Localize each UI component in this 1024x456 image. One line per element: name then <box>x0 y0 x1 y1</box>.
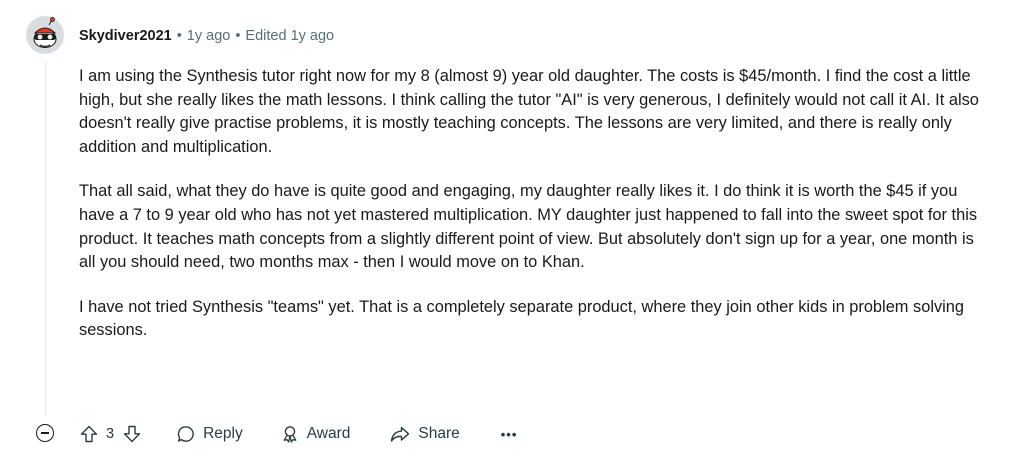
comment-age[interactable]: 1y ago <box>187 28 231 44</box>
username-link[interactable]: Skydiver2021 <box>79 28 172 44</box>
downvote-arrow-icon <box>123 425 141 443</box>
comment-paragraph: I am using the Synthesis tutor right now… <box>79 67 979 156</box>
user-avatar[interactable] <box>25 15 65 55</box>
reply-label: Reply <box>203 425 243 442</box>
meta-separator: • <box>235 28 241 44</box>
comment-body: I am using the Synthesis tutor right now… <box>79 65 994 364</box>
comment-header: Skydiver2021 • 1y ago • Edited 1y ago <box>79 26 334 46</box>
speech-bubble-icon <box>177 426 194 442</box>
vote-count: 3 <box>106 426 115 442</box>
comment-action-bar: 3 Reply Award Share ••• <box>79 421 517 447</box>
downvote-button[interactable] <box>122 424 142 444</box>
upvote-button[interactable] <box>79 424 99 444</box>
award-button[interactable]: Award <box>280 424 351 444</box>
comment-paragraph: I have not tried Synthesis "teams" yet. … <box>79 297 965 340</box>
share-label: Share <box>418 425 460 442</box>
comment-paragraph: That all said, what they do have is quit… <box>79 182 978 272</box>
upvote-arrow-icon <box>80 425 98 443</box>
collapse-thread-button[interactable] <box>36 424 54 442</box>
thread-line <box>45 62 46 416</box>
more-options-button[interactable]: ••• <box>501 427 518 442</box>
edited-label: Edited 1y ago <box>245 28 335 44</box>
snoo-avatar-icon <box>26 16 64 54</box>
meta-separator: • <box>176 28 182 44</box>
award-label: Award <box>306 425 351 442</box>
share-arrow-icon <box>391 426 410 442</box>
award-icon <box>283 426 297 443</box>
reply-button[interactable]: Reply <box>176 424 243 444</box>
share-button[interactable]: Share <box>389 424 460 444</box>
